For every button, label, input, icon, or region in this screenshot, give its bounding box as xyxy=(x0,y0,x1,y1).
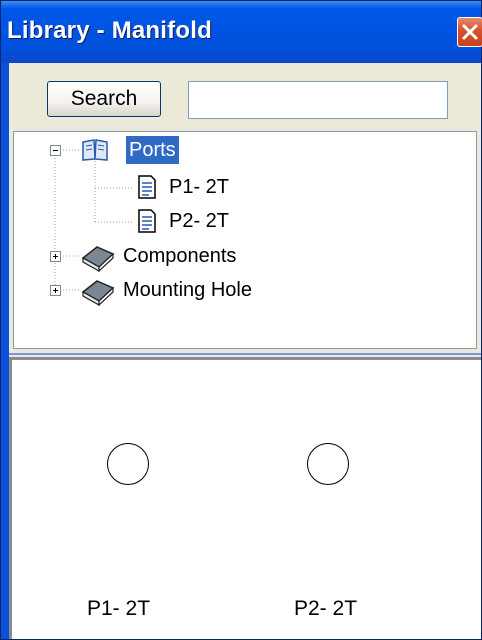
window-frame-left xyxy=(1,63,9,639)
library-top-pane: Search Ports P1- 2T P2- 2T Components Mo… xyxy=(9,63,481,355)
tree-node-mounting-hole[interactable]: Mounting Hole xyxy=(120,276,255,304)
port-symbol-p1[interactable] xyxy=(107,443,149,485)
port-label-p1: P1- 2T xyxy=(87,597,151,620)
port-label-p2: P2- 2T xyxy=(294,597,358,620)
closed-book-icon xyxy=(81,246,115,272)
close-icon xyxy=(462,24,478,40)
close-button[interactable] xyxy=(457,17,482,47)
tree-node-components[interactable]: Components xyxy=(120,242,239,270)
document-icon xyxy=(138,209,156,233)
tree-connector-lines xyxy=(54,149,134,292)
title-bar[interactable]: Library - Manifold xyxy=(1,1,482,63)
port-symbol-p2[interactable] xyxy=(307,443,349,485)
tree-node-ports[interactable]: Ports xyxy=(126,136,179,164)
tree-node-p1-2t[interactable]: P1- 2T xyxy=(166,173,232,201)
library-window: Library - Manifold Search Ports P1- 2T P… xyxy=(0,0,482,640)
document-icon xyxy=(138,175,156,199)
tree-expand-mounting-hole[interactable] xyxy=(50,285,61,296)
window-title: Library - Manifold xyxy=(7,17,212,44)
closed-book-icon xyxy=(81,280,115,306)
tree-expand-components[interactable] xyxy=(50,251,61,262)
open-book-icon xyxy=(82,139,108,161)
library-tree[interactable]: Ports P1- 2T P2- 2T Components Mounting … xyxy=(13,131,477,349)
tree-node-p2-2t[interactable]: P2- 2T xyxy=(166,207,232,235)
tree-collapse-ports[interactable] xyxy=(50,145,61,156)
search-input[interactable] xyxy=(188,81,448,119)
preview-pane: P1- 2T P2- 2T xyxy=(9,357,481,639)
search-button[interactable]: Search xyxy=(47,81,161,117)
